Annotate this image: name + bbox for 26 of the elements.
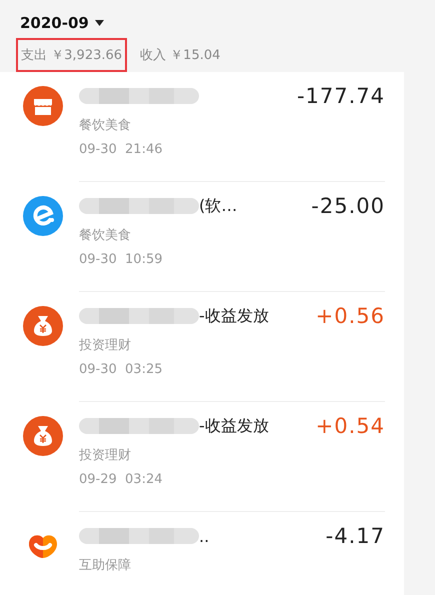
transaction-time: 09-30 03:25 bbox=[79, 362, 164, 377]
transaction-time: 09-29 03:24 bbox=[79, 472, 164, 487]
month-selector[interactable]: 2020-09 bbox=[20, 14, 104, 32]
e-logo-icon bbox=[23, 196, 63, 236]
transaction-category: 餐饮美食 bbox=[79, 117, 132, 134]
transaction-amount: -177.74 bbox=[296, 84, 385, 108]
transaction-category: 互助保障 bbox=[79, 557, 132, 574]
transaction-title: (软… bbox=[199, 196, 238, 216]
transaction-time: 09-30 10:59 bbox=[79, 252, 164, 267]
transaction-amount: -4.17 bbox=[326, 524, 385, 548]
transaction-category: 餐饮美食 bbox=[79, 227, 132, 244]
money-bag-icon bbox=[23, 306, 63, 346]
transaction-title: -收益发放 bbox=[199, 306, 269, 326]
transaction-time: 09-30 21:46 bbox=[79, 142, 164, 157]
caret-icon bbox=[94, 20, 104, 26]
transaction-amount: +0.54 bbox=[316, 414, 385, 438]
transaction-category: 投资理财 bbox=[79, 447, 132, 464]
transaction-amount: +0.56 bbox=[316, 304, 385, 328]
transaction-category: 投资理财 bbox=[79, 337, 132, 354]
income-total: 收入 ￥15.04 bbox=[139, 47, 222, 65]
transaction-amount: -25.00 bbox=[311, 194, 385, 218]
shop-icon bbox=[23, 86, 63, 126]
transaction-title: -收益发放 bbox=[199, 416, 269, 436]
transaction-title: .. bbox=[199, 526, 210, 546]
expense-total: 支出 ￥3,923.66 bbox=[16, 38, 128, 72]
money-bag-icon bbox=[23, 416, 63, 456]
